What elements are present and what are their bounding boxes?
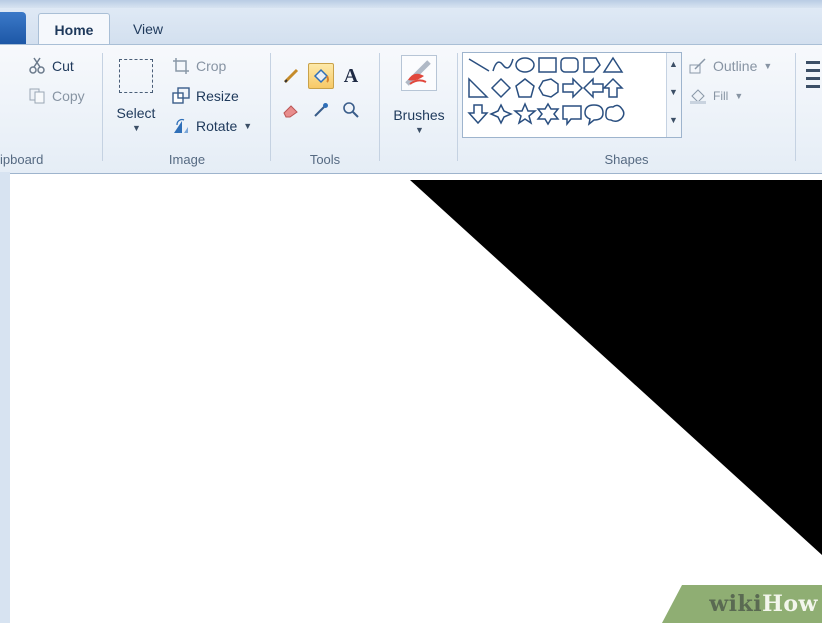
separator <box>270 53 271 161</box>
outline-button[interactable]: Outline ▼ <box>689 57 772 75</box>
fill-tool[interactable] <box>308 63 334 89</box>
scroll-down-icon[interactable]: ▼ <box>669 87 678 97</box>
rounded-rectangle-shape-icon <box>560 57 579 73</box>
rotate-label: Rotate <box>196 118 238 134</box>
rectangular-callout-shape-icon <box>562 105 582 127</box>
canvas-border <box>0 172 10 623</box>
triangle-shape-icon <box>602 56 624 73</box>
resize-button[interactable]: Resize <box>172 87 239 105</box>
shapes-gallery-grid <box>467 56 625 127</box>
fill-icon <box>689 87 707 105</box>
fill-button[interactable]: Fill ▼ <box>689 87 743 105</box>
chevron-down-icon: ▼ <box>243 121 253 131</box>
brushes-group: Brushes ▼ <box>381 45 457 173</box>
tools-group-label: Tools <box>309 152 341 167</box>
oval-shape-icon <box>515 57 535 73</box>
crop-icon <box>172 57 190 75</box>
resize-icon <box>172 87 190 105</box>
title-bar <box>0 0 822 8</box>
crop-label: Crop <box>196 58 227 74</box>
fill-label: Fill <box>713 89 729 103</box>
tools-group: A Tools <box>272 45 378 173</box>
tab-view[interactable]: View <box>116 13 180 44</box>
chevron-down-icon: ▼ <box>415 125 424 135</box>
wikihow-watermark: wikiHow <box>662 585 822 623</box>
brushes-label: Brushes <box>393 107 445 123</box>
chevron-down-icon: ▼ <box>763 61 773 71</box>
diamond-shape-icon <box>490 77 512 99</box>
right-triangle-shape-icon <box>468 77 489 98</box>
hexagon-shape-icon <box>538 78 559 98</box>
paint-window: Home View Cut Copy ipboard Select ▼ Crop… <box>0 0 822 623</box>
oval-callout-shape-icon <box>584 104 604 126</box>
resize-label: Resize <box>196 88 239 104</box>
curve-shape-icon <box>492 58 514 72</box>
crop-button[interactable]: Crop <box>172 57 226 75</box>
paint-bucket-icon <box>313 68 329 84</box>
outline-icon <box>689 57 707 75</box>
line-shape-icon <box>468 58 490 72</box>
eyedropper-icon <box>314 103 328 117</box>
pencil-icon <box>283 68 299 84</box>
text-tool[interactable]: A <box>338 63 364 89</box>
cut-label: Cut <box>52 58 74 74</box>
separator <box>102 53 103 161</box>
brushes-button[interactable]: Brushes ▼ <box>389 53 449 153</box>
wikihow-logo-text: wikiHow <box>709 591 818 617</box>
gallery-expand-icon[interactable]: ▼ <box>669 115 678 125</box>
separator <box>379 53 380 161</box>
cloud-callout-shape-icon <box>605 104 625 123</box>
shapes-gallery[interactable]: ▲ ▼ ▼ <box>462 52 682 138</box>
image-group: Select ▼ Crop Resize Rotate ▼ Image <box>104 45 270 173</box>
right-arrow-shape-icon <box>562 77 584 99</box>
shapes-group-label: Shapes <box>604 152 649 167</box>
chevron-down-icon: ▼ <box>132 123 141 133</box>
select-button[interactable]: Select ▼ <box>112 53 160 137</box>
eraser-icon <box>283 105 298 118</box>
copy-label: Copy <box>52 88 85 104</box>
left-arrow-shape-icon <box>582 77 604 99</box>
separator <box>795 53 796 161</box>
image-group-label: Image <box>168 152 206 167</box>
gallery-scrollbar[interactable]: ▲ ▼ ▼ <box>666 53 681 137</box>
copy-button[interactable]: Copy <box>28 87 85 105</box>
select-label: Select <box>116 105 156 121</box>
cut-button[interactable]: Cut <box>28 57 74 75</box>
five-point-star-shape-icon <box>512 102 538 125</box>
ribbon: Cut Copy ipboard Select ▼ Crop Resize Ro… <box>0 44 822 174</box>
six-point-star-shape-icon <box>536 102 560 126</box>
down-arrow-shape-icon <box>467 104 489 125</box>
black-triangle-drawing <box>410 180 822 555</box>
clipboard-group-label: ipboard <box>0 152 44 167</box>
clipboard-group: Cut Copy ipboard <box>0 45 100 173</box>
paste-button-edge[interactable] <box>0 55 10 125</box>
tab-home[interactable]: Home <box>38 13 110 45</box>
file-menu-button[interactable] <box>0 12 26 44</box>
eraser-tool[interactable] <box>278 97 304 123</box>
separator <box>457 53 458 161</box>
up-arrow-shape-icon <box>602 77 624 98</box>
copy-icon <box>28 87 46 105</box>
brush-icon <box>401 55 437 91</box>
chevron-down-icon: ▼ <box>734 91 744 101</box>
outline-label: Outline <box>713 58 758 74</box>
color-picker-tool[interactable] <box>308 97 334 123</box>
scroll-up-icon[interactable]: ▲ <box>669 59 678 69</box>
rotate-icon <box>172 117 190 135</box>
magnifier-tool[interactable] <box>338 97 364 123</box>
polygon-shape-icon <box>583 57 601 73</box>
rectangle-shape-icon <box>538 57 557 73</box>
scissors-icon <box>28 57 46 75</box>
pentagon-shape-icon <box>515 78 535 98</box>
magnifier-icon <box>343 102 359 118</box>
filled-triangle <box>410 180 822 555</box>
four-point-star-shape-icon <box>489 103 513 125</box>
drawing-canvas[interactable] <box>10 180 822 623</box>
rotate-button[interactable]: Rotate ▼ <box>172 117 252 135</box>
pencil-tool[interactable] <box>278 63 304 89</box>
size-button-edge[interactable] <box>806 57 822 127</box>
select-icon <box>119 59 153 93</box>
